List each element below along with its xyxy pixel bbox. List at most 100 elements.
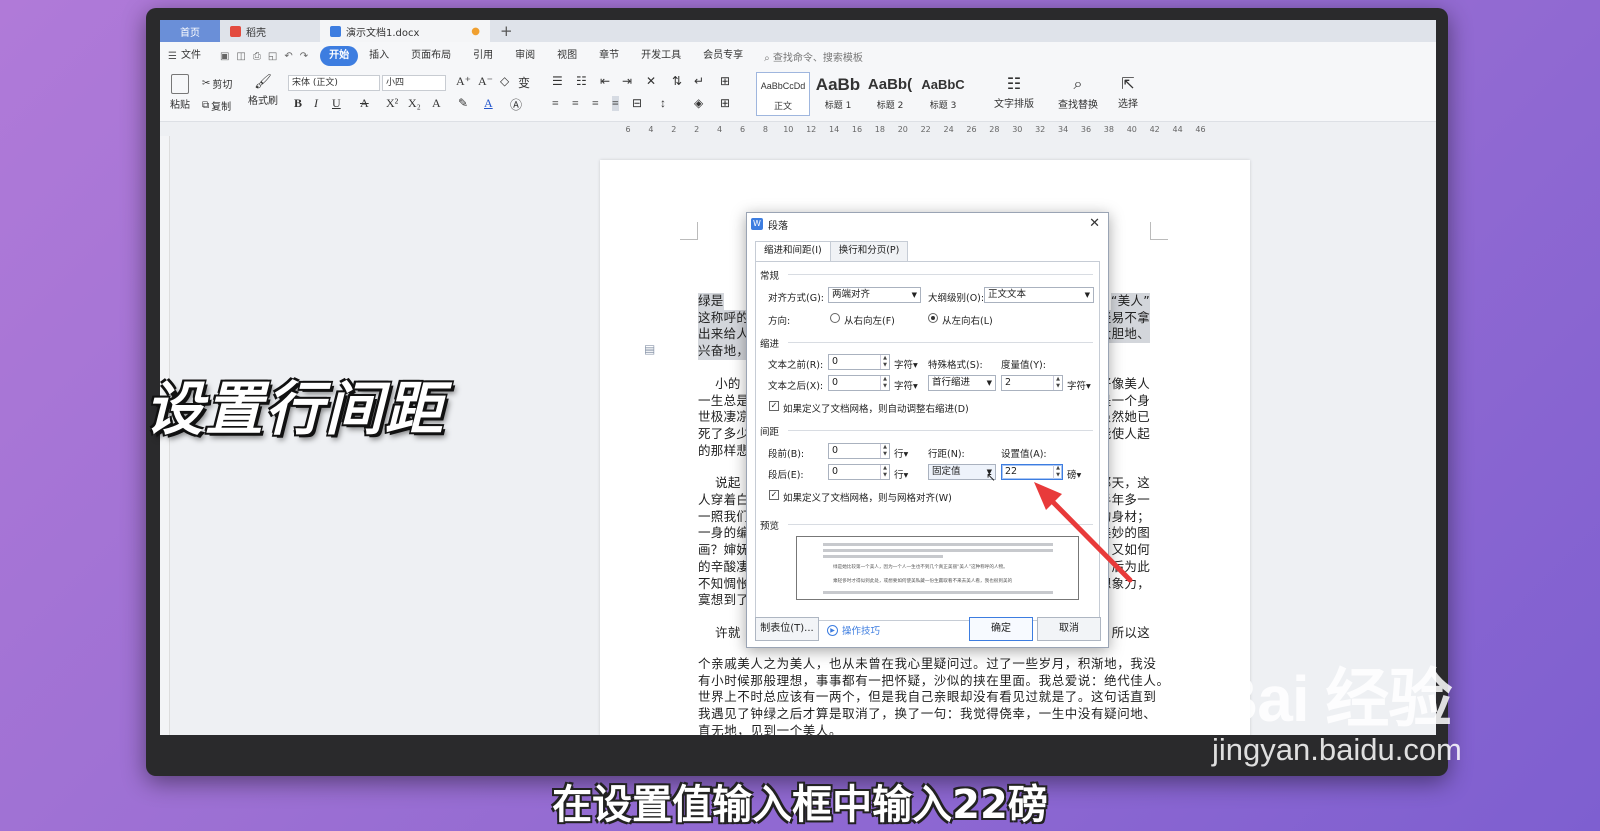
numbering-icon[interactable]: ☷ [576, 74, 587, 89]
undo-icon[interactable]: ↶ [284, 51, 292, 62]
ok-button[interactable]: 确定 [969, 617, 1033, 641]
superscript-icon[interactable]: X² [386, 96, 398, 111]
menu-developer[interactable]: 开发工具 [630, 46, 692, 66]
bold-icon[interactable]: B [294, 96, 302, 111]
paste-button[interactable]: 粘贴 [170, 74, 190, 111]
align-center-icon[interactable]: ≡ [572, 96, 579, 111]
borders-icon[interactable]: ⊞ [720, 96, 730, 111]
font-size-select[interactable]: 小四 [382, 75, 446, 91]
direction-rtl-radio[interactable] [830, 313, 840, 323]
chinese-layout-icon[interactable]: ✕ [646, 74, 656, 89]
highlight-icon[interactable]: ✎ [458, 96, 468, 111]
paragraph-handle-icon[interactable]: ▤ [644, 342, 655, 356]
style-heading1[interactable]: AaBb 标题 1 [812, 72, 864, 116]
space-after-input[interactable]: 0 ▲ ▼ [828, 464, 890, 480]
shrink-font-icon[interactable]: A⁻ [478, 74, 493, 89]
find-replace-button[interactable]: ⌕ 查找替换 [1058, 74, 1098, 111]
spinner-icon[interactable]: ▲ ▼ [880, 355, 889, 369]
style-heading3[interactable]: AaBbC 标题 3 [916, 72, 970, 116]
underline-icon[interactable]: U [332, 96, 341, 111]
spinner-icon[interactable]: ▲ ▼ [1053, 376, 1062, 390]
tab-docer[interactable]: 稻壳 [220, 20, 320, 42]
shading-icon[interactable]: ◈ [694, 96, 703, 111]
save-icon[interactable]: ▣ [220, 51, 229, 62]
tab-document[interactable]: 演示文档1.docx ● [320, 20, 490, 42]
line-spacing-icon[interactable]: ↕ [660, 96, 666, 111]
show-marks-icon[interactable]: ↵ [694, 74, 704, 89]
align-left-icon[interactable]: ≡ [552, 96, 559, 111]
indent-after-input[interactable]: 0 ▲ ▼ [828, 375, 890, 391]
alignment-select[interactable]: 两端对齐 ▼ [828, 287, 921, 303]
style-normal[interactable]: AaBbCcDd 正文 [756, 72, 810, 116]
menu-insert[interactable]: 插入 [358, 46, 400, 66]
tab-line-page-break[interactable]: 换行和分页(P) [829, 241, 909, 261]
font-color-icon[interactable]: A [484, 96, 493, 111]
menu-icon[interactable]: ☰ [168, 51, 177, 62]
copy-button[interactable]: ⧉ 复制 [202, 98, 231, 113]
indent-before-unit[interactable]: 字符▾ [894, 357, 918, 371]
bullets-icon[interactable]: ☰ [552, 74, 563, 89]
char-scale-icon[interactable]: ⊞ [720, 74, 730, 89]
distribute-icon[interactable]: ⊟ [632, 96, 642, 111]
menu-home[interactable]: 开始 [320, 46, 359, 66]
menu-review[interactable]: 审阅 [504, 46, 546, 66]
horizontal-ruler[interactable]: 6 4 2 2 4 6 8 10 12 14 16 18 20 22 24 26 28 30 32 34 36 38 40 4… [160, 122, 1436, 136]
indent-after-unit[interactable]: 字符▾ [894, 378, 918, 392]
menu-file[interactable]: 文件 [177, 46, 212, 66]
command-search[interactable]: ⌕ 查找命令、搜索模板 [764, 49, 863, 64]
tab-stops-button[interactable]: 制表位(T)... [755, 617, 819, 641]
menu-member[interactable]: 会员专享 [692, 46, 754, 66]
space-before-input[interactable]: 0 ▲ ▼ [828, 443, 890, 459]
style-heading2[interactable]: AaBb( 标题 2 [864, 72, 916, 116]
tab-home[interactable]: 首页 [160, 20, 220, 42]
italic-icon[interactable]: I [314, 96, 318, 111]
tips-link[interactable]: ▶ 操作技巧 [827, 623, 880, 637]
set-value-unit[interactable]: 磅▾ [1067, 467, 1081, 481]
decrease-indent-icon[interactable]: ⇤ [600, 74, 610, 89]
spinner-icon[interactable]: ▲ ▼ [1053, 465, 1062, 479]
tab-indent-spacing[interactable]: 缩进和间距(I) [755, 241, 831, 262]
text-layout-button[interactable]: ☷ 文字排版 [994, 74, 1034, 110]
measure-unit[interactable]: 字符▾ [1067, 378, 1091, 392]
space-before-unit[interactable]: 行▾ [894, 446, 908, 460]
select-button[interactable]: ⇱ 选择 [1118, 74, 1138, 110]
menu-view[interactable]: 视图 [546, 46, 588, 66]
justify-icon[interactable]: ≡ [612, 96, 619, 111]
menu-layout[interactable]: 页面布局 [400, 46, 462, 66]
outline-level-select[interactable]: 正文文本 ▼ [984, 287, 1094, 303]
snap-grid-checkbox[interactable]: ✓ [769, 490, 779, 500]
spinner-icon[interactable]: ▲ ▼ [880, 465, 889, 479]
special-format-select[interactable]: 首行缩进 ▼ [928, 375, 996, 391]
char-border-icon[interactable]: Ⓐ [510, 96, 522, 113]
cut-button[interactable]: ✂ 剪切 [202, 76, 232, 91]
sort-icon[interactable]: ⇅ [672, 74, 682, 89]
redo-icon[interactable]: ↷ [300, 51, 308, 62]
space-after-unit[interactable]: 行▾ [894, 467, 908, 481]
close-icon[interactable]: ✕ [1089, 216, 1100, 231]
auto-adjust-checkbox[interactable]: ✓ [769, 401, 779, 411]
measure-input[interactable]: 2 ▲ ▼ [1001, 375, 1063, 391]
increase-indent-icon[interactable]: ⇥ [622, 74, 632, 89]
clear-format-icon[interactable]: ◇ [500, 74, 509, 89]
new-tab-icon[interactable]: + [500, 22, 513, 40]
print-icon[interactable]: ⎙ [253, 51, 261, 62]
margin-mark-left [680, 222, 698, 240]
phonetic-icon[interactable]: 变 [518, 74, 530, 91]
grow-font-icon[interactable]: A⁺ [456, 74, 471, 89]
text-effect-icon[interactable]: A [432, 96, 441, 111]
strikethrough-icon[interactable]: A [360, 96, 369, 111]
spinner-icon[interactable]: ▲ ▼ [880, 376, 889, 390]
menu-references[interactable]: 引用 [462, 46, 504, 66]
spinner-icon[interactable]: ▲ ▼ [880, 444, 889, 458]
indent-before-input[interactable]: 0 ▲ ▼ [828, 354, 890, 370]
direction-ltr-radio[interactable] [928, 313, 938, 323]
font-name-select[interactable]: 宋体 (正文) [288, 75, 380, 91]
align-right-icon[interactable]: ≡ [592, 96, 599, 111]
cancel-button[interactable]: 取消 [1037, 617, 1101, 641]
subscript-icon[interactable]: X₂ [408, 96, 421, 111]
format-painter-button[interactable]: 🖌 格式刷 [248, 74, 278, 107]
export-icon[interactable]: ◫ [236, 51, 245, 62]
preview-icon[interactable]: ◱ [268, 51, 277, 62]
menu-section[interactable]: 章节 [588, 46, 630, 66]
set-value-input[interactable]: 22 ▲ ▼ [1001, 464, 1063, 480]
